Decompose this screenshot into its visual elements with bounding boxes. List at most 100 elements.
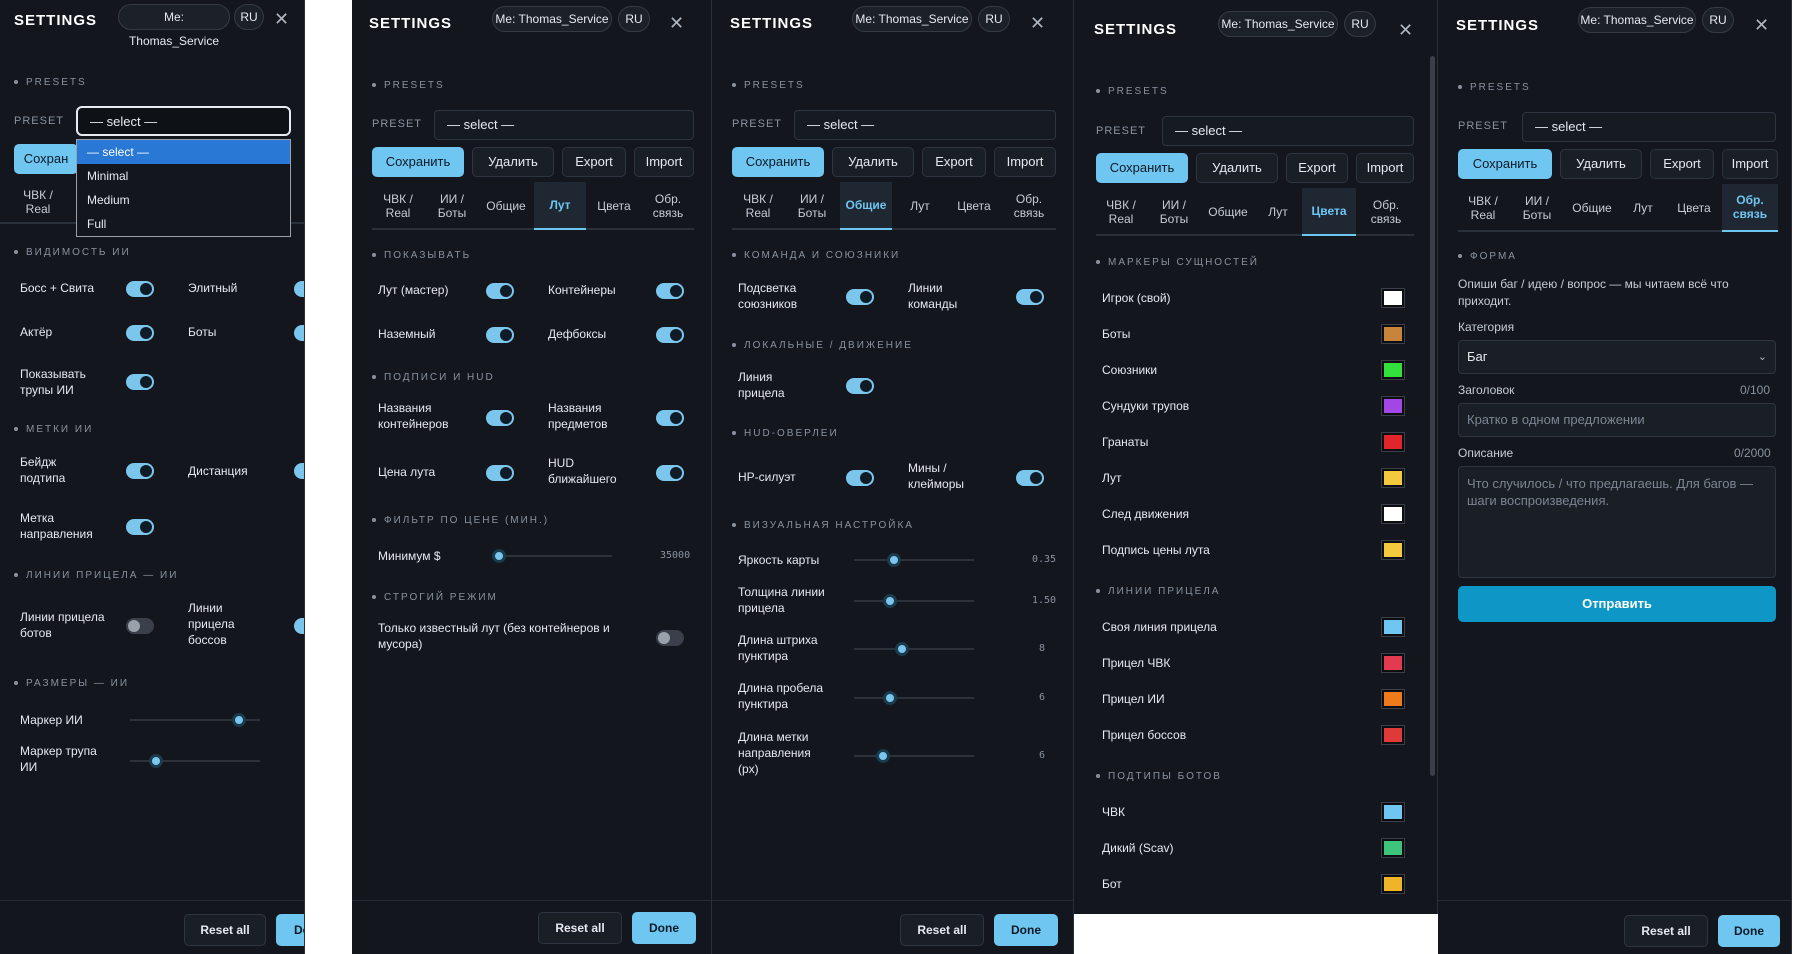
grenades-swatch[interactable] [1381,432,1405,452]
export-button[interactable]: Export [922,147,986,177]
title-input[interactable]: Кратко в одном предложении [1458,403,1776,437]
dropdown-option[interactable]: Minimal [77,164,290,188]
close-icon[interactable]: ✕ [669,13,684,34]
pmc-aim-swatch[interactable] [1381,653,1405,673]
tab-pmc[interactable]: ЧВК / Real [372,182,424,230]
loot-swatch[interactable] [1381,468,1405,488]
tab-general[interactable]: Общие [480,182,532,230]
map-brightness-slider[interactable] [854,553,974,567]
reset-all-button[interactable]: Reset all [1624,915,1708,947]
dropdown-option[interactable]: Full [77,212,290,236]
tab-loot[interactable]: Лут [534,182,586,230]
strict-known-toggle[interactable] [656,630,684,646]
player-own-swatch[interactable] [1381,288,1405,308]
save-button[interactable]: Сохранить [372,147,464,177]
reset-all-button[interactable]: Reset all [900,914,984,946]
dash-length-slider[interactable] [854,642,974,656]
slider-thumb[interactable] [895,642,909,656]
tab-pmc[interactable]: ЧВК / Real [14,180,62,224]
aim-thickness-slider[interactable] [854,594,974,608]
dir-length-slider[interactable] [854,749,974,763]
distance-toggle[interactable] [294,463,304,479]
slider-thumb[interactable] [149,754,163,768]
tab-pmc[interactable]: ЧВК / Real [1458,184,1508,232]
done-button[interactable]: Done [994,914,1058,946]
delete-button[interactable]: Удалить [472,147,554,177]
done-button[interactable]: Done [632,912,696,944]
preset-select[interactable]: — select — [1522,112,1776,142]
slider-thumb[interactable] [883,594,897,608]
own-aim-swatch[interactable] [1381,617,1405,637]
tab-feedback[interactable]: Обр. связь [642,182,694,230]
loot-price-toggle[interactable] [486,465,514,481]
pmc-swatch[interactable] [1381,802,1405,822]
language-pill[interactable]: RU [234,4,264,30]
containers-toggle[interactable] [656,283,684,299]
elite-toggle[interactable] [294,281,304,297]
tab-ai[interactable]: ИИ / Боты [1148,188,1200,236]
export-button[interactable]: Export [562,147,626,177]
language-pill[interactable]: RU [1702,7,1734,33]
language-pill[interactable]: RU [978,6,1010,32]
language-pill[interactable]: RU [1344,11,1376,37]
export-button[interactable]: Export [1650,149,1714,179]
user-pill[interactable]: Me: Thomas_Service [852,6,972,32]
slider-thumb[interactable] [875,749,890,763]
allies-swatch[interactable] [1381,360,1405,380]
import-button[interactable]: Import [1356,153,1414,183]
slider-thumb[interactable] [232,713,247,727]
corpse-chests-swatch[interactable] [1381,396,1405,416]
close-icon[interactable]: ✕ [1030,13,1045,34]
hud-nearest-toggle[interactable] [656,465,684,481]
done-button[interactable]: Done [276,914,304,946]
tab-general[interactable]: Общие [1566,184,1618,232]
tab-feedback[interactable]: Обр. связь [1358,188,1414,236]
bot-aim-lines-toggle[interactable] [126,618,154,634]
sub-badge-toggle[interactable] [126,463,154,479]
export-button[interactable]: Export [1286,153,1348,183]
ai-marker-slider[interactable] [130,713,260,727]
scrollbar[interactable] [1430,56,1435,776]
show-corpses-toggle[interactable] [126,374,154,390]
import-button[interactable]: Import [1722,149,1778,179]
tab-loot[interactable]: Лут [1256,188,1300,236]
hp-silhouette-toggle[interactable] [846,470,874,486]
tab-ai[interactable]: ИИ / Боты [426,182,478,230]
tab-ai[interactable]: ИИ / Боты [1510,184,1564,232]
tab-feedback[interactable]: Обр. связь [1002,182,1056,230]
mines-toggle[interactable] [1016,470,1044,486]
user-pill[interactable]: Me: Thomas_Service [492,6,612,32]
reset-all-button[interactable]: Reset all [538,912,622,944]
save-button[interactable]: Сохранить [732,147,824,177]
import-button[interactable]: Import [634,147,694,177]
save-button[interactable]: Сохранить [1458,149,1552,179]
ground-toggle[interactable] [486,327,514,343]
preset-select[interactable]: — select — [434,110,694,140]
submit-button[interactable]: Отправить [1458,586,1776,622]
tab-ai[interactable]: ИИ / Боты [786,182,838,230]
delete-button[interactable]: Удалить [832,147,914,177]
direction-mark-toggle[interactable] [126,519,154,535]
preset-select[interactable]: — select — [1162,116,1414,146]
close-icon[interactable]: ✕ [1398,20,1413,41]
language-pill[interactable]: RU [618,6,650,32]
user-pill[interactable]: Me: Thomas_Service [1218,11,1338,37]
tab-pmc[interactable]: ЧВК / Real [1096,188,1146,236]
tab-colors[interactable]: Цвета [948,182,1000,230]
category-select[interactable]: Баг ⌄ [1458,340,1776,374]
delete-button[interactable]: Удалить [1196,153,1278,183]
preset-select[interactable]: — select — [794,110,1056,140]
slider-thumb[interactable] [883,691,897,705]
boss-suite-toggle[interactable] [126,281,154,297]
tab-loot[interactable]: Лут [894,182,946,230]
bots-swatch[interactable] [1381,324,1405,344]
delete-button[interactable]: Удалить [1560,149,1642,179]
user-pill[interactable]: Me: Thomas_Service [1578,7,1696,33]
user-pill[interactable]: Me: Thomas_Service [118,4,230,48]
corpse-marker-slider[interactable] [130,754,260,768]
dropdown-option[interactable]: — select — [77,140,290,164]
close-icon[interactable]: ✕ [274,9,289,30]
preset-select[interactable]: — select — [76,106,291,136]
min-price-slider[interactable] [492,549,612,563]
boss-aim-swatch[interactable] [1381,725,1405,745]
